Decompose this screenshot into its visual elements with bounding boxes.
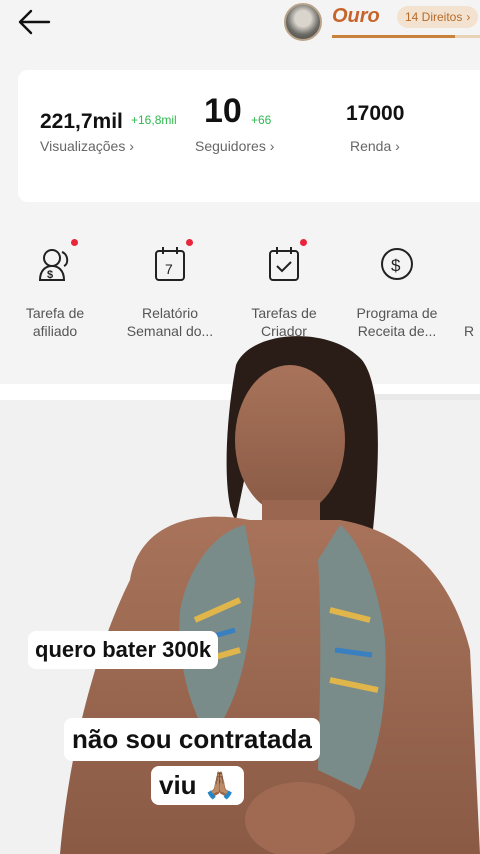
followers-value: 10 bbox=[204, 92, 242, 130]
calendar-7-icon: 7 bbox=[150, 239, 193, 284]
tool-label-line1 bbox=[464, 304, 480, 322]
followers-delta: +66 bbox=[251, 113, 272, 127]
affiliate-dollar-icon: $ bbox=[35, 239, 78, 284]
tools-row: $ Tarefa de afiliado 7 Relatório Semanal… bbox=[0, 222, 480, 382]
views-value: 221,7mil bbox=[40, 110, 123, 133]
tool-label-line1: Tarefa de bbox=[25, 305, 85, 321]
tool-label-line2: Semanal do... bbox=[126, 323, 214, 339]
income-value: 17000 bbox=[346, 102, 405, 125]
tool-label-line1: Programa de bbox=[356, 305, 438, 321]
rights-label: 14 Direitos bbox=[405, 10, 463, 24]
caption-line-2: não sou contratada bbox=[64, 718, 320, 761]
top-bar: Ouro 14 Direitos › bbox=[0, 0, 480, 54]
tool-weekly-report[interactable]: 7 Relatório Semanal do... bbox=[115, 239, 225, 340]
rights-badge[interactable]: 14 Direitos › bbox=[397, 6, 479, 28]
tab-earn-money[interactable]: Ganhe Dinheiro bbox=[54, 411, 173, 429]
avatar[interactable] bbox=[284, 3, 322, 41]
tool-creator-tasks[interactable]: Tarefas de Criador bbox=[229, 239, 339, 340]
tier-progress-fill bbox=[332, 35, 455, 38]
tool-label-line1: Relatório bbox=[141, 305, 199, 321]
notification-dot bbox=[71, 239, 78, 246]
tier-label[interactable]: Ouro bbox=[332, 5, 380, 28]
tool-partial[interactable]: R bbox=[464, 244, 480, 340]
chevron-right-icon: › bbox=[466, 10, 471, 24]
tool-affiliate-task[interactable]: $ Tarefa de afiliado bbox=[0, 239, 110, 340]
tool-label-line1: Tarefas de bbox=[251, 305, 317, 321]
tab-bar: Ganhe Dinheiro Criação bbox=[0, 384, 480, 454]
notification-dot bbox=[186, 239, 193, 246]
tool-label-line2: R bbox=[464, 323, 475, 339]
caption-line-3: viu 🙏🏽 bbox=[151, 766, 245, 805]
stats-card: 221,7mil +16,8mil Visualizações › 10 +66… bbox=[18, 70, 480, 202]
dollar-circle-icon: $ bbox=[377, 244, 417, 284]
svg-text:$: $ bbox=[47, 269, 53, 281]
caption-line-1: quero bater 300k bbox=[28, 631, 219, 669]
tab-creation[interactable]: Criação bbox=[381, 411, 433, 428]
tool-revenue-program[interactable]: $ Programa de Receita de... bbox=[342, 244, 452, 340]
calendar-check-icon bbox=[264, 239, 307, 284]
tool-label-line2: Criador bbox=[261, 323, 307, 339]
tier-progress-bar bbox=[332, 35, 480, 38]
tool-label-line2: afiliado bbox=[32, 323, 78, 339]
followers-link[interactable]: Seguidores › bbox=[195, 138, 274, 154]
svg-text:7: 7 bbox=[165, 261, 173, 277]
svg-text:$: $ bbox=[391, 256, 401, 275]
income-link[interactable]: Renda › bbox=[350, 138, 400, 154]
back-arrow-icon[interactable] bbox=[16, 8, 52, 36]
tool-label-line2: Receita de... bbox=[357, 323, 437, 339]
views-delta: +16,8mil bbox=[131, 113, 177, 127]
notification-dot bbox=[300, 239, 307, 246]
views-link[interactable]: Visualizações › bbox=[40, 138, 134, 154]
